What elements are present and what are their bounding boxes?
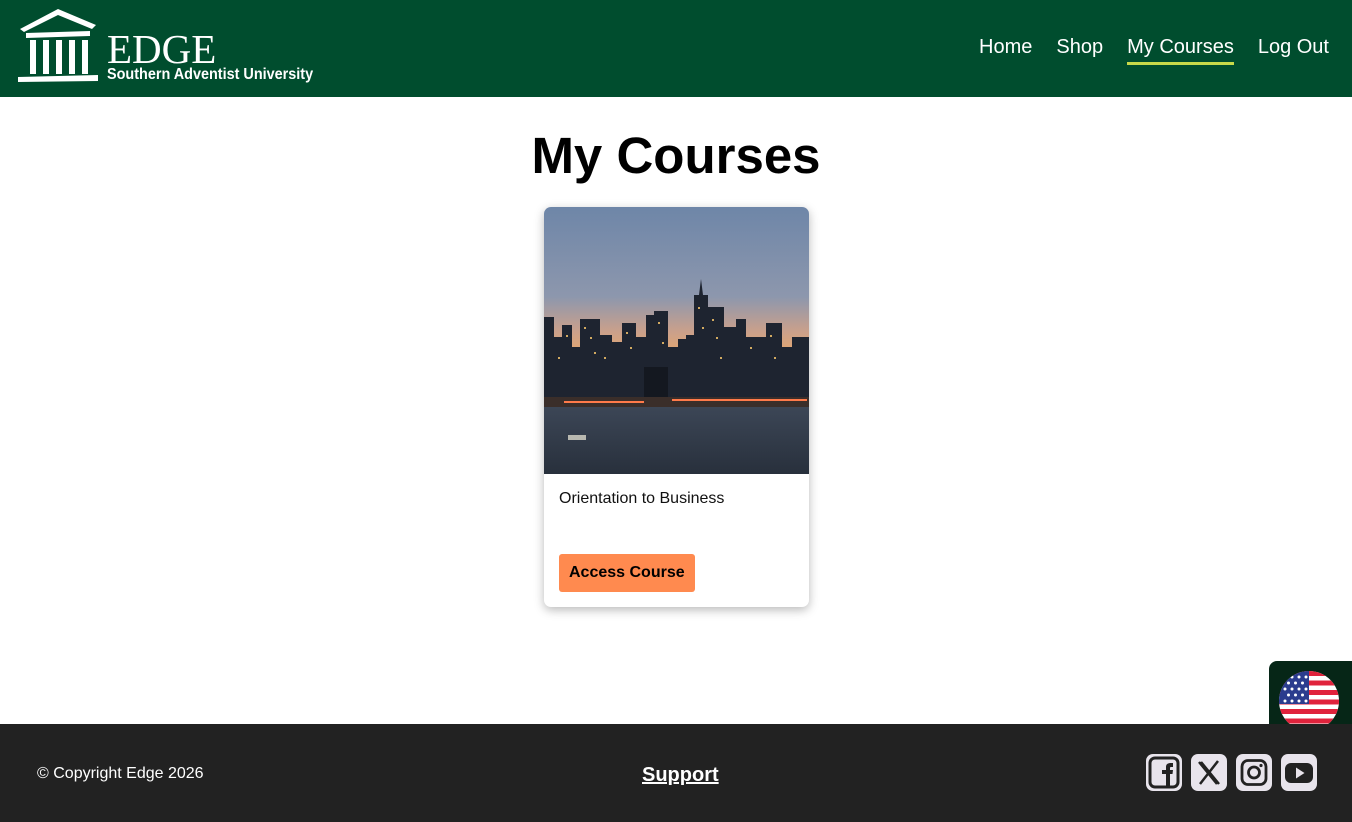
brand-subtitle: Southern Adventist University (107, 66, 314, 83)
site-header: EDGE Southern Adventist University Home … (0, 0, 1352, 97)
x-twitter-icon[interactable] (1191, 754, 1227, 791)
support-link[interactable]: Support (642, 763, 719, 787)
nav-my-courses[interactable]: My Courses (1127, 35, 1234, 65)
nav-home[interactable]: Home (979, 35, 1032, 65)
nav-shop[interactable]: Shop (1056, 35, 1103, 65)
main-nav: Home Shop My Courses Log Out (979, 35, 1329, 65)
social-links (1146, 754, 1317, 791)
copyright-text: © Copyright Edge 2026 (37, 765, 204, 782)
site-footer: © Copyright Edge 2026 Support (0, 724, 1352, 822)
facebook-icon[interactable] (1146, 754, 1182, 791)
nav-log-out[interactable]: Log Out (1258, 35, 1329, 65)
page-title: My Courses (531, 127, 821, 184)
access-course-button[interactable]: Access Course (559, 554, 695, 592)
youtube-icon[interactable] (1281, 754, 1317, 791)
site-logo[interactable]: EDGE Southern Adventist University (16, 7, 336, 87)
course-title: Orientation to Business (559, 490, 725, 507)
building-columns-icon (18, 9, 98, 82)
instagram-icon[interactable] (1236, 754, 1272, 791)
brand-name: EDGE (107, 26, 217, 72)
city-skyline-image (544, 207, 809, 474)
us-flag-icon (1279, 671, 1339, 731)
course-card: Orientation to Business Access Course (544, 207, 809, 607)
